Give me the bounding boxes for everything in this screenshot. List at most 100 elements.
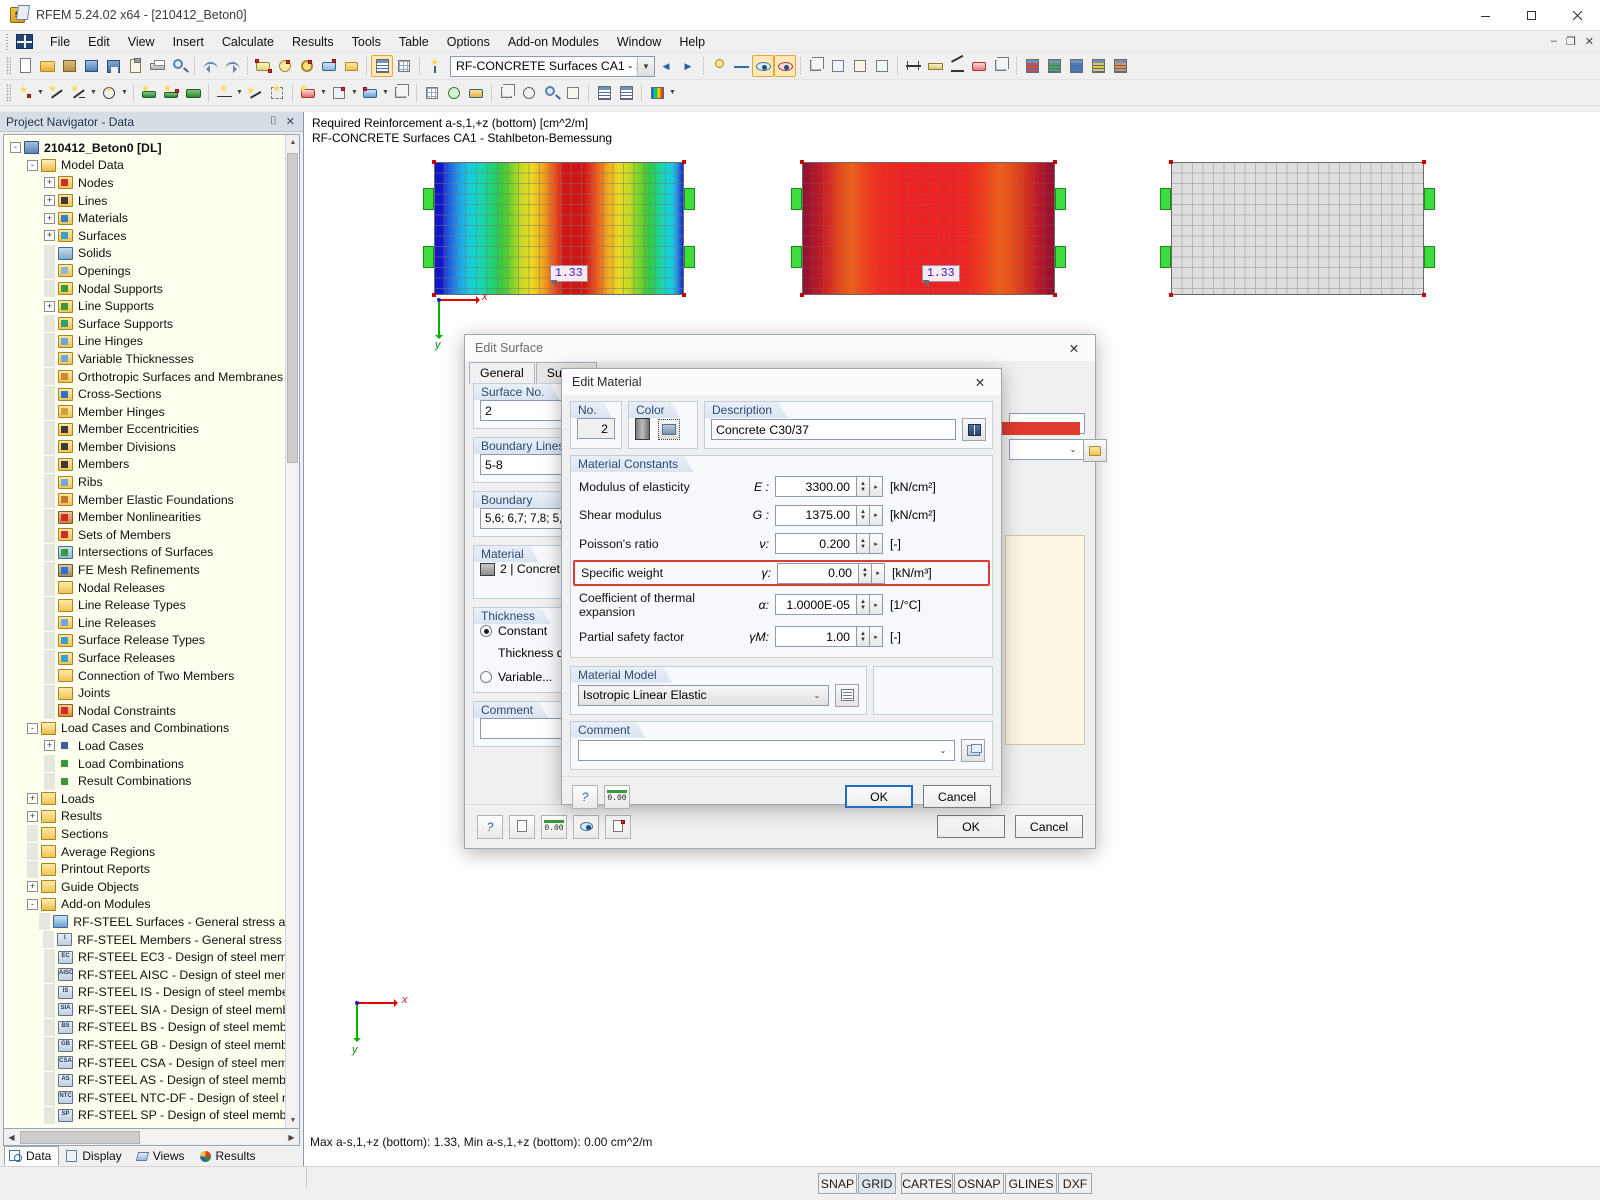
export-box-icon[interactable] (80, 55, 102, 77)
edit-material-close-icon[interactable]: ✕ (963, 370, 997, 394)
edit-surface-ok-button[interactable]: OK (937, 815, 1005, 838)
render-icon[interactable] (340, 55, 362, 77)
menu-results[interactable]: Results (283, 33, 343, 51)
line-icon[interactable] (45, 82, 67, 104)
select-window-icon[interactable] (318, 55, 340, 77)
tree-item-rf-steel-surfaces-general-stress-ana[interactable]: RF-STEEL Surfaces - General stress ana (4, 913, 299, 931)
close-button[interactable] (1554, 0, 1600, 31)
units-icon[interactable]: 0.00 (541, 815, 567, 839)
results-values-icon[interactable] (774, 55, 796, 77)
tree-item-line-hinges[interactable]: Line Hinges (4, 333, 299, 351)
printout-report-icon[interactable] (593, 82, 615, 104)
hscroll-track[interactable] (19, 1131, 284, 1144)
spinner-up-down-icon[interactable]: ▲▼ (859, 563, 872, 584)
menu-options[interactable]: Options (438, 33, 499, 51)
hscroll-thumb[interactable] (20, 1131, 140, 1144)
material-constant-input[interactable]: 0.00 (777, 563, 859, 584)
tree-item-surfaces[interactable]: +Surfaces (4, 227, 299, 245)
menu-help[interactable]: Help (670, 33, 714, 51)
menu-tools[interactable]: Tools (343, 33, 390, 51)
tree-item-nodes[interactable]: +Nodes (4, 174, 299, 192)
thickness-icon[interactable] (359, 82, 381, 104)
isometric-view-icon[interactable] (805, 55, 827, 77)
tree-item-rf-steel-gb-design-of-steel-member[interactable]: GBRF-STEEL GB - Design of steel member (4, 1036, 299, 1054)
rotate-view-icon[interactable] (296, 55, 318, 77)
light-bulb-icon[interactable] (708, 55, 730, 77)
mesh-gen-icon[interactable] (421, 82, 443, 104)
tree-item-load-cases[interactable]: +Load Cases (4, 737, 299, 755)
tree-item-model-data[interactable]: -Model Data (4, 157, 299, 175)
tree-item-rf-steel-aisc-design-of-steel-memb[interactable]: AISCRF-STEEL AISC - Design of steel memb (4, 966, 299, 984)
menu-grip[interactable] (5, 34, 12, 50)
tree-item-line-supports[interactable]: +Line Supports (4, 297, 299, 315)
tree-item-rf-steel-as-design-of-steel-member[interactable]: ASRF-STEEL AS - Design of steel member (4, 1071, 299, 1089)
chevron-down-icon[interactable]: ▼ (120, 82, 129, 104)
tree-item-line-release-types[interactable]: Line Release Types (4, 596, 299, 614)
surface-rainbow[interactable]: 1.33 x y (434, 162, 684, 295)
material-no-field[interactable]: 2 (577, 418, 615, 439)
menu-edit[interactable]: Edit (79, 33, 119, 51)
tree-item-surface-release-types[interactable]: Surface Release Types (4, 632, 299, 650)
spinner-more-icon[interactable]: ▸ (870, 533, 883, 554)
clipboard-icon[interactable] (124, 55, 146, 77)
tree-item-member-nonlinearities[interactable]: Member Nonlinearities (4, 508, 299, 526)
view-rotate-icon[interactable] (496, 82, 518, 104)
edit-note-icon[interactable] (509, 815, 535, 839)
menu-view[interactable]: View (119, 33, 164, 51)
tree-item-solids[interactable]: Solids (4, 245, 299, 263)
pin-icon[interactable]: ⌷ (270, 115, 277, 128)
collapse-icon[interactable]: - (10, 142, 21, 153)
menu-addon-modules[interactable]: Add-on Modules (499, 33, 608, 51)
material-constant-input[interactable]: 1375.00 (775, 505, 857, 526)
show-results-icon[interactable] (752, 55, 774, 77)
material-constant-input[interactable]: 1.00 (775, 626, 857, 647)
tree-item-nodal-releases[interactable]: Nodal Releases (4, 579, 299, 597)
expand-icon[interactable]: + (27, 881, 38, 892)
print-preview-icon[interactable] (168, 55, 190, 77)
nodal-support-icon[interactable] (213, 82, 235, 104)
spinner-up-down-icon[interactable]: ▲▼ (857, 533, 870, 554)
line-support-icon[interactable] (244, 82, 266, 104)
opening-icon[interactable] (328, 82, 350, 104)
color-green-icon[interactable] (1043, 55, 1065, 77)
tree-item-rf-steel-sp-design-of-steel-member[interactable]: SPRF-STEEL SP - Design of steel member (4, 1107, 299, 1125)
tree-item-materials[interactable]: +Materials (4, 209, 299, 227)
spinner-more-icon[interactable]: ▸ (872, 563, 885, 584)
fe-mesh-icon[interactable] (266, 82, 288, 104)
radio-variable[interactable] (480, 671, 492, 683)
model-viewport[interactable]: Required Reinforcement a-s,1,+z (bottom)… (304, 112, 1600, 1166)
zoom-all-icon[interactable] (540, 82, 562, 104)
chevron-down-icon[interactable]: ▼ (89, 82, 98, 104)
tree-item-load-combinations[interactable]: Load Combinations (4, 755, 299, 773)
color-picker-icon[interactable] (658, 419, 680, 440)
dimension-icon[interactable] (902, 55, 924, 77)
tree-item-average-regions[interactable]: Average Regions (4, 843, 299, 861)
tree-item-rf-steel-sia-design-of-steel-membe[interactable]: SIARF-STEEL SIA - Design of steel membe (4, 1001, 299, 1019)
menu-table[interactable]: Table (390, 33, 438, 51)
save-disk-icon[interactable] (102, 55, 124, 77)
angle-icon[interactable] (946, 55, 968, 77)
nav-tab-data[interactable]: Data (4, 1146, 59, 1166)
table-grid-icon[interactable] (393, 55, 415, 77)
spinner-up-down-icon[interactable]: ▲▼ (857, 594, 870, 615)
edit-material-cancel-button[interactable]: Cancel (923, 785, 991, 808)
material-model-detail-icon[interactable] (835, 684, 859, 707)
spinner-up-down-icon[interactable]: ▲▼ (857, 476, 870, 497)
status-snap[interactable]: SNAP (818, 1173, 857, 1194)
tree-item-guide-objects[interactable]: +Guide Objects (4, 878, 299, 896)
chevron-down-icon[interactable]: ▼ (637, 57, 654, 76)
calculate-icon[interactable] (443, 82, 465, 104)
tree-item-member-hinges[interactable]: Member Hinges (4, 403, 299, 421)
expand-icon[interactable]: + (44, 740, 55, 751)
chevron-down-icon[interactable]: ▼ (319, 82, 328, 104)
menu-window[interactable]: Window (608, 33, 670, 51)
material-description-field[interactable]: Concrete C30/37 (711, 419, 956, 440)
import-box-icon[interactable] (58, 55, 80, 77)
tree-item-printout-reports[interactable]: Printout Reports (4, 860, 299, 878)
chevron-down-icon[interactable]: ▼ (668, 82, 677, 104)
tab-general[interactable]: General (469, 362, 535, 384)
tree-item-lines[interactable]: +Lines (4, 192, 299, 210)
chevron-down-icon[interactable]: ⌄ (1066, 445, 1080, 454)
mdi-close[interactable]: ✕ (1585, 35, 1594, 48)
tree-item-nodal-supports[interactable]: Nodal Supports (4, 280, 299, 298)
